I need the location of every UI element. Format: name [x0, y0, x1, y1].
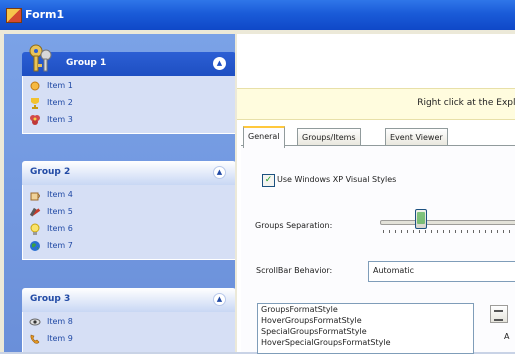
explorer-bar: Group 1 ▲ Item 1 Item 2 Item 3 Group 2 ▲ — [4, 34, 235, 352]
chevron-up-icon[interactable]: ▲ — [213, 57, 226, 70]
scrollbar-behavior-label: ScrollBar Behavior: — [256, 266, 333, 275]
item-label: Item 4 — [47, 190, 73, 199]
visual-styles-label: Use Windows XP Visual Styles — [277, 175, 397, 184]
list-item[interactable]: HoverGroupsFormatStyle — [258, 315, 473, 326]
group-2-title: Group 2 — [30, 167, 71, 177]
list-item-3[interactable]: Item 3 — [23, 112, 235, 129]
globe-icon — [30, 241, 40, 251]
groups-separation-slider-thumb[interactable] — [415, 209, 427, 229]
item-label: Item 1 — [47, 81, 73, 90]
title-bar: Form1 — [0, 0, 515, 30]
tools-icon — [29, 207, 41, 217]
trophy-icon — [31, 98, 39, 109]
group-3-title: Group 3 — [30, 294, 71, 304]
window-title: Form1 — [25, 8, 65, 21]
group-1-body: Item 1 Item 2 Item 3 — [22, 76, 235, 134]
info-banner: Right click at the Explo — [237, 88, 515, 120]
list-item-8[interactable]: Item 8 — [23, 314, 235, 331]
group-2-body: Item 4 Item 5 Item 6 Item 7 — [22, 185, 235, 260]
item-label: Item 8 — [47, 317, 73, 326]
sun-icon — [30, 81, 40, 91]
item-label: Item 6 — [47, 224, 73, 233]
eye-icon — [29, 318, 41, 326]
list-item-4[interactable]: Item 4 — [23, 187, 235, 204]
list-item[interactable]: SpecialGroupsFormatStyle — [258, 326, 473, 337]
groups-separation-slider-track[interactable] — [380, 220, 515, 225]
lightbulb-icon — [30, 223, 40, 235]
tab-event-viewer[interactable]: Event Viewer — [385, 128, 448, 146]
group-2-header[interactable]: Group 2 ▲ — [22, 161, 235, 185]
app-icon — [6, 8, 22, 23]
slider-ticks — [383, 230, 515, 233]
group-3-body: Item 8 Item 9 — [22, 312, 235, 352]
group-3: Group 3 ▲ Item 8 Item 9 — [22, 288, 235, 352]
chevron-up-icon[interactable]: ▲ — [213, 293, 226, 306]
tab-groups-items[interactable]: Groups/Items — [297, 128, 361, 146]
group-1-title: Group 1 — [66, 58, 107, 68]
list-item-1[interactable]: Item 1 — [23, 78, 235, 95]
banner-text: Right click at the Explo — [417, 98, 515, 108]
coffee-icon — [30, 192, 40, 201]
list-item-2[interactable]: Item 2 — [23, 95, 235, 112]
group-1-header[interactable]: Group 1 ▲ — [22, 44, 235, 76]
list-item-9[interactable]: Item 9 — [23, 331, 235, 348]
groups-separation-label: Groups Separation: — [255, 221, 333, 230]
group-1: Group 1 ▲ Item 1 Item 2 Item 3 — [22, 44, 235, 134]
list-item-5[interactable]: Item 5 — [23, 204, 235, 221]
side-label: A — [504, 332, 510, 341]
group-3-header[interactable]: Group 3 ▲ — [22, 288, 235, 312]
list-view-icon[interactable] — [490, 305, 508, 323]
item-label: Item 7 — [47, 241, 73, 250]
group-2: Group 2 ▲ Item 4 Item 5 Item 6 Item 7 — [22, 161, 235, 260]
item-label: Item 2 — [47, 98, 73, 107]
scrollbar-behavior-value: Automatic — [373, 266, 415, 275]
flower-icon — [30, 115, 40, 125]
item-label: Item 9 — [47, 334, 73, 343]
scrollbar-behavior-combo[interactable]: Automatic — [368, 261, 515, 282]
list-item[interactable]: HoverSpecialGroupsFormatStyle — [258, 337, 473, 348]
tab-general[interactable]: General — [243, 126, 285, 148]
format-style-list[interactable]: GroupsFormatStyle HoverGroupsFormatStyle… — [257, 303, 474, 354]
tab-strip: General Groups/Items Event Viewer — [241, 126, 515, 148]
item-label: Item 5 — [47, 207, 73, 216]
visual-styles-checkbox[interactable]: ✓ — [262, 174, 275, 187]
keys-icon — [29, 44, 52, 72]
list-item-7[interactable]: Item 7 — [23, 238, 235, 255]
chevron-up-icon[interactable]: ▲ — [213, 166, 226, 179]
item-label: Item 3 — [47, 115, 73, 124]
list-item-6[interactable]: Item 6 — [23, 221, 235, 238]
list-item[interactable]: GroupsFormatStyle — [258, 304, 473, 315]
phone-icon — [30, 334, 40, 344]
